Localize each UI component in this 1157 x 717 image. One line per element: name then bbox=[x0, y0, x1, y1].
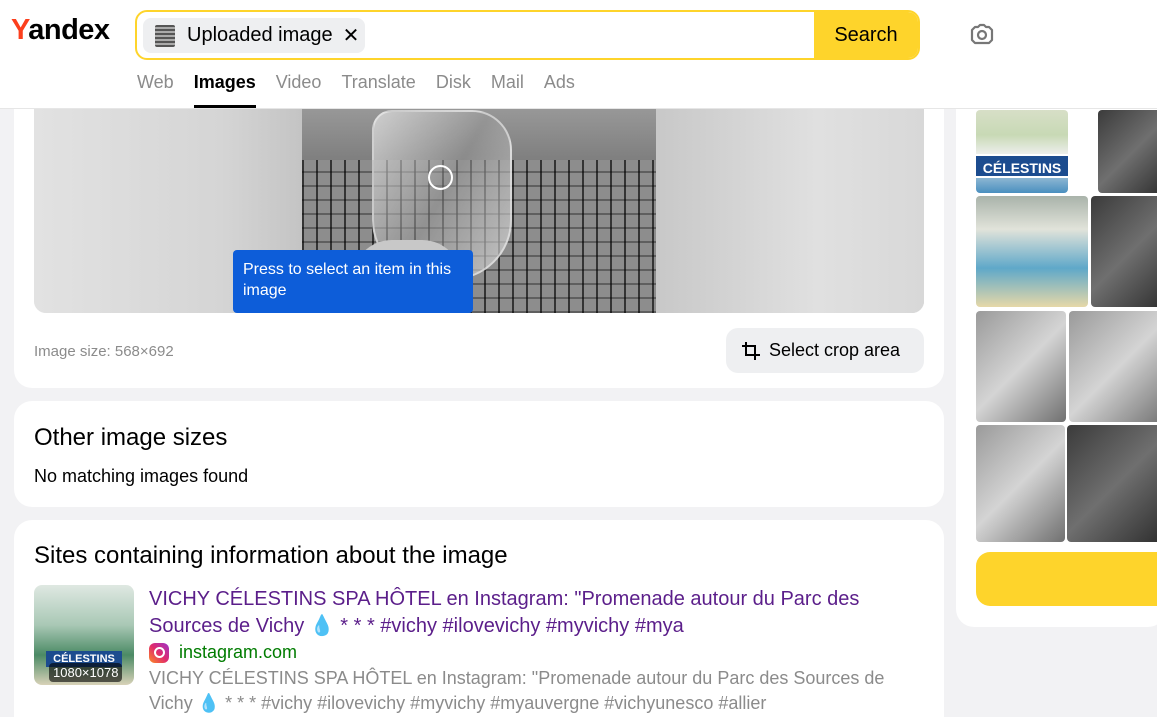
similar-image-3[interactable] bbox=[976, 196, 1088, 307]
image-preview[interactable]: Press to select an item in this image bbox=[34, 100, 924, 313]
crop-button-label: Select crop area bbox=[769, 340, 901, 360]
result-thumbnail[interactable]: CÉLESTINS 1080×1078 bbox=[34, 585, 134, 685]
nav-tabs: Web Images Video Translate Disk Mail Ads bbox=[137, 72, 595, 108]
similar-image-2[interactable] bbox=[1098, 110, 1157, 193]
preview-blur-right bbox=[656, 100, 924, 313]
similar-image-6[interactable] bbox=[1069, 311, 1157, 422]
close-icon[interactable]: ✕ bbox=[343, 23, 360, 48]
thumb-size-badge: 1080×1078 bbox=[49, 663, 123, 682]
crop-icon bbox=[742, 341, 760, 360]
tab-translate[interactable]: Translate bbox=[341, 72, 415, 108]
camera-icon[interactable] bbox=[966, 18, 998, 50]
sites-title: Sites containing information about the i… bbox=[34, 542, 508, 569]
header: Yandex Uploaded image ✕ Search Web Image… bbox=[0, 0, 1157, 109]
uploaded-image-chip[interactable]: Uploaded image ✕ bbox=[143, 18, 365, 53]
select-point-icon[interactable] bbox=[428, 165, 453, 190]
select-crop-area-button[interactable]: Select crop area bbox=[726, 328, 924, 373]
chip-label: Uploaded image bbox=[187, 24, 333, 46]
tab-mail[interactable]: Mail bbox=[491, 72, 524, 108]
tab-web[interactable]: Web bbox=[137, 72, 174, 108]
similar-image-7[interactable] bbox=[976, 425, 1065, 542]
select-item-tooltip: Press to select an item in this image bbox=[233, 250, 473, 313]
uploaded-image-thumbnail bbox=[155, 24, 175, 47]
tile-sign: CÉLESTINS bbox=[976, 154, 1068, 178]
other-sizes-card: Other image sizes No matching images fou… bbox=[14, 401, 944, 507]
logo-letter: Y bbox=[11, 14, 29, 46]
instagram-icon bbox=[149, 642, 169, 663]
tab-ads[interactable]: Ads bbox=[544, 72, 575, 108]
similar-image-5[interactable] bbox=[976, 311, 1066, 422]
image-size-label: Image size: 568×692 bbox=[34, 343, 174, 360]
image-preview-card: Press to select an item in this image Im… bbox=[14, 60, 944, 388]
result-domain-link[interactable]: instagram.com bbox=[149, 642, 297, 663]
tab-video[interactable]: Video bbox=[276, 72, 322, 108]
domain-label: instagram.com bbox=[179, 642, 298, 662]
result-snippet: VICHY CÉLESTINS SPA HÔTEL en Instagram: … bbox=[149, 668, 885, 713]
search-box[interactable]: Uploaded image ✕ Search bbox=[135, 10, 920, 60]
no-matches-message: No matching images found bbox=[34, 466, 249, 486]
result-title-link[interactable]: VICHY CÉLESTINS SPA HÔTEL en Instagram: … bbox=[149, 586, 919, 640]
other-sizes-title: Other image sizes bbox=[34, 424, 228, 451]
similar-image-8[interactable] bbox=[1067, 425, 1157, 542]
sites-card: Sites containing information about the i… bbox=[14, 520, 944, 717]
similar-image-1[interactable]: CÉLESTINS bbox=[976, 110, 1068, 193]
search-button[interactable]: Search bbox=[814, 12, 918, 58]
tab-images[interactable]: Images bbox=[193, 72, 256, 108]
tab-disk[interactable]: Disk bbox=[436, 72, 471, 108]
similar-image-4[interactable] bbox=[1091, 196, 1157, 307]
show-more-button[interactable] bbox=[976, 552, 1157, 606]
yandex-logo[interactable]: Yandex bbox=[11, 14, 110, 47]
similar-images-sidebar: CÉLESTINS bbox=[956, 60, 1157, 627]
logo-text: andex bbox=[28, 14, 110, 46]
